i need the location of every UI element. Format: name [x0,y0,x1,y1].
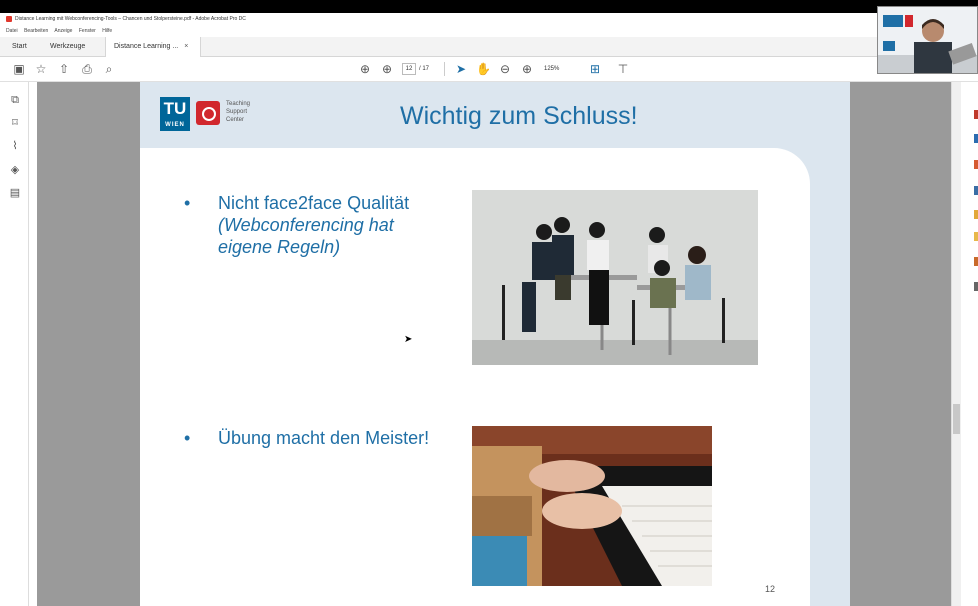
logo-text-line: Support [226,109,248,115]
slide-page: TU WIEN Teaching Support Center Wichtig … [140,82,850,606]
print-icon[interactable]: ⎙ [80,62,94,76]
toolbar: ▣ ☆ ⇧ ⎙ ⌕ ⊕ ⊕ 12 / 17 ➤ ✋ ⊖ ⊕ 125% ⊞ ⊤ [0,57,978,82]
tab-start[interactable]: Start [12,37,27,57]
teaching-support-center-logo [196,101,220,125]
acrobat-icon [6,15,12,22]
tool-create-icon[interactable] [974,134,978,143]
upload-icon[interactable]: ⇧ [57,62,71,76]
bullet-marker: • [184,193,191,213]
annotate-icon[interactable]: ⊤ [616,62,630,76]
page-number-input[interactable]: 12 [402,63,416,75]
bullet-subtext: eigene Regeln) [218,236,409,258]
bookmark-icon[interactable]: ⌑ [9,117,21,129]
tab-document-label: Distance Learning ... [114,43,179,50]
menu-item-fenster[interactable]: Fenster [79,28,96,34]
next-page-icon[interactable]: ⊕ [380,62,394,76]
menu-item-bearbeiten[interactable]: Bearbeiten [24,28,48,34]
tab-bar: Start Werkzeuge Distance Learning ... × [0,37,978,57]
tool-send-icon[interactable] [974,257,978,266]
layers-icon[interactable]: ◈ [9,164,21,176]
slide-page-number: 12 [765,584,776,594]
mouse-pointer-icon: ➤ [404,334,413,345]
bookmark-star-icon[interactable]: ☆ [34,62,48,76]
bullet-item: • Nicht face2face Qualität (Webconferenc… [184,192,410,258]
menu-bar: Datei Bearbeiten Anzeige Fenster Hilfe [0,26,978,37]
menu-item-hilfe[interactable]: Hilfe [102,28,112,34]
tu-wien-logo-top: TU [163,99,187,118]
slide-title: Wichtig zum Schluss! [400,102,638,130]
piano-photo [472,426,712,586]
bullet-subtext: (Webconferencing hat [218,214,409,236]
teaching-support-center-text: Teaching Support Center [226,100,250,124]
select-cursor-icon[interactable]: ➤ [454,62,468,76]
bullet-text: Nicht face2face Qualität [218,193,410,213]
content-icon[interactable]: ▤ [9,187,21,199]
tool-combine-icon[interactable] [974,186,978,195]
tab-close-icon[interactable]: × [184,43,188,50]
tab-document[interactable]: Distance Learning ... × [105,37,201,57]
zoom-out-icon[interactable]: ⊖ [498,62,512,76]
tool-export-icon[interactable] [974,110,978,119]
tool-edit-icon[interactable] [974,160,978,169]
page-total: / 17 [419,66,430,72]
left-navigation-panel: ⧉ ⌑ ⌇ ◈ ▤ [0,82,29,606]
tu-wien-logo-bottom: WIEN [165,122,185,128]
bullet-subtext-line: (Webconferencing hat [218,215,394,235]
bullet-marker: • [184,428,191,448]
screen-top-bar [0,0,978,13]
slide-header: TU WIEN Teaching Support Center Wichtig … [140,82,850,148]
zoom-in-icon[interactable]: ⊕ [520,62,534,76]
toolbar-separator [444,62,445,76]
scrollbar-thumb[interactable] [953,404,960,434]
previous-page-icon[interactable]: ⊕ [358,62,372,76]
meeting-photo [472,190,758,365]
search-icon[interactable]: ⌕ [102,62,116,76]
zoom-select[interactable]: 125% [544,63,559,75]
tool-comment-icon[interactable] [974,210,978,219]
right-tools-panel [961,82,978,606]
window-title-bar: Distance Learning mit Webconferencing-To… [0,13,978,26]
page-fit-icon[interactable]: ⊞ [588,62,602,76]
bullet-item: • Übung macht den Meister! [184,427,430,449]
page-thumbnails-icon[interactable]: ⧉ [9,94,21,106]
vertical-scrollbar[interactable] [951,82,961,606]
attachment-icon[interactable]: ⌇ [9,140,21,152]
tool-more-icon[interactable] [974,282,978,291]
logo-text-line: Center [226,117,245,123]
webcam-video-illustration [878,7,977,73]
meeting-photo-illustration [472,190,758,365]
bullet-text: Übung macht den Meister! [218,428,430,448]
window-title: Distance Learning mit Webconferencing-To… [15,16,246,22]
tool-fill-sign-icon[interactable] [974,232,978,241]
tab-werkzeuge[interactable]: Werkzeuge [50,37,85,57]
menu-item-datei[interactable]: Datei [6,28,18,34]
bullet-subtext-line: eigene Regeln) [218,237,341,257]
piano-photo-illustration [472,426,712,586]
menu-item-anzeige[interactable]: Anzeige [54,28,72,34]
logo-text-line: Teaching [226,101,251,107]
save-icon[interactable]: ▣ [12,62,26,76]
webcam-overlay [877,6,978,74]
tu-wien-logo: TU WIEN [160,97,190,131]
hand-tool-icon[interactable]: ✋ [476,62,491,76]
